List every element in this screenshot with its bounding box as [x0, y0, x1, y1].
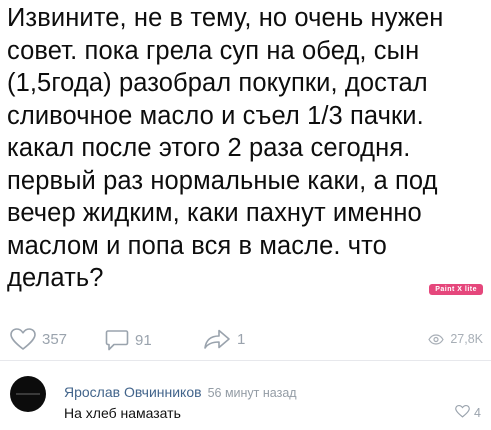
views-count: 27,8K	[450, 332, 483, 346]
comment-bubble-icon	[105, 328, 129, 352]
post-actions-bar: 357 91 1 27,8K	[0, 320, 491, 356]
views-counter: 27,8K	[428, 332, 483, 346]
comment-author-link[interactable]: Ярослав Овчинников	[64, 384, 202, 400]
post-text: Извините, не в тему, но очень нужен сове…	[7, 4, 444, 292]
like-button[interactable]: 357	[10, 328, 67, 351]
share-count: 1	[237, 330, 246, 348]
comment-button[interactable]: 91	[105, 328, 152, 352]
comment-text: На хлеб намазать	[64, 405, 181, 421]
post-card: Извините, не в тему, но очень нужен сове…	[0, 0, 491, 430]
eye-icon	[428, 333, 445, 345]
divider	[0, 360, 491, 361]
paint-x-lite-watermark: Paint X lite	[429, 284, 483, 295]
comment-timestamp[interactable]: 56 минут назад	[208, 386, 297, 400]
heart-icon	[10, 328, 36, 351]
share-button[interactable]: 1	[203, 328, 245, 350]
heart-icon	[455, 405, 470, 421]
comment-like-count: 4	[474, 406, 481, 420]
comment-header: Ярослав Овчинников 56 минут назад	[64, 384, 297, 400]
share-arrow-icon	[203, 328, 231, 350]
comment-count: 91	[135, 331, 152, 349]
like-count: 357	[42, 331, 68, 348]
avatar[interactable]	[10, 376, 46, 412]
comment-like-button[interactable]: 4	[455, 405, 481, 421]
comment-item: Ярослав Овчинников 56 минут назад На хле…	[0, 362, 491, 430]
